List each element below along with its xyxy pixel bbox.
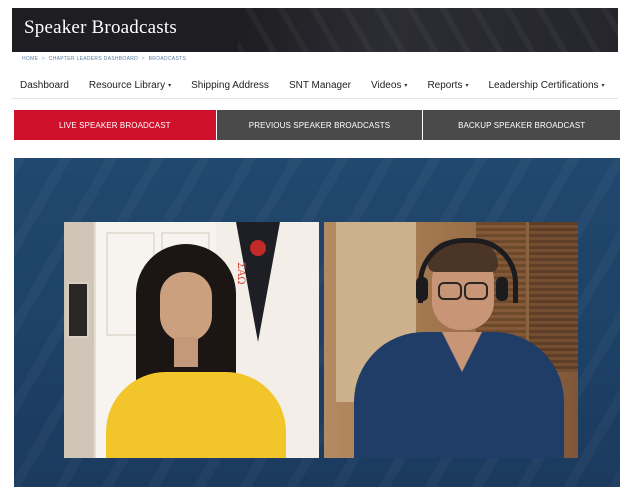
nav-item-label: Leadership Certifications bbox=[488, 79, 599, 91]
tab-previous-speaker-broadcasts[interactable]: PREVIOUS SPEAKER BROADCASTS bbox=[215, 110, 423, 140]
chevron-down-icon: ▾ bbox=[168, 82, 172, 89]
headphone-cup bbox=[416, 277, 428, 301]
nav-item-label: Reports bbox=[427, 79, 463, 91]
speaker-neck bbox=[174, 337, 198, 367]
nav-item-label: Dashboard bbox=[20, 79, 69, 91]
main-nav: Dashboard Resource Library ▾ Shipping Ad… bbox=[12, 74, 618, 96]
broadcast-tabs: LIVE SPEAKER BROADCAST PREVIOUS SPEAKER … bbox=[14, 110, 620, 140]
glasses-lens bbox=[464, 282, 488, 300]
nav-item-resource-library[interactable]: Resource Library ▾ bbox=[89, 80, 171, 91]
headphone-cup bbox=[496, 277, 508, 301]
speaker-shirt bbox=[106, 372, 286, 458]
speaker-face bbox=[160, 272, 212, 342]
tab-live-speaker-broadcast[interactable]: LIVE SPEAKER BROADCAST bbox=[14, 110, 216, 140]
nav-item-label: SNT Manager bbox=[288, 79, 352, 91]
chevron-down-icon: ▾ bbox=[465, 82, 469, 89]
site-header: Speaker Broadcasts bbox=[12, 8, 618, 52]
nav-divider bbox=[12, 98, 618, 99]
nav-item-snt-manager[interactable]: SNT Manager bbox=[289, 80, 351, 91]
pennant-letters: ΣΑΩ bbox=[235, 262, 246, 285]
nav-item-label: Resource Library bbox=[88, 79, 166, 91]
chevron-down-icon: ▾ bbox=[404, 82, 408, 89]
bookshelf bbox=[64, 222, 94, 458]
breadcrumb-separator: > bbox=[141, 56, 145, 62]
page-title: Speaker Broadcasts bbox=[24, 17, 177, 38]
nav-item-dashboard[interactable]: Dashboard bbox=[20, 80, 69, 91]
video-feed-right bbox=[324, 222, 578, 458]
nav-item-videos[interactable]: Videos ▾ bbox=[371, 80, 407, 91]
nav-item-label: Videos bbox=[371, 79, 402, 91]
nav-item-shipping-address[interactable]: Shipping Address bbox=[191, 80, 269, 91]
nav-item-label: Shipping Address bbox=[191, 79, 269, 91]
breadcrumb: HOME > CHAPTER LEADERS DASHBOARD > BROAD… bbox=[22, 56, 186, 62]
breadcrumb-broadcasts-current: BROADCASTS bbox=[148, 56, 187, 62]
wall-picture bbox=[67, 282, 89, 338]
nav-item-leadership-certifications[interactable]: Leadership Certifications ▾ bbox=[488, 80, 604, 91]
header-background-art bbox=[238, 8, 618, 52]
nav-item-reports[interactable]: Reports ▾ bbox=[427, 80, 468, 91]
page: Speaker Broadcasts HOME > CHAPTER LEADER… bbox=[0, 0, 620, 487]
chevron-down-icon: ▾ bbox=[601, 82, 605, 89]
glasses-lens bbox=[438, 282, 462, 300]
tab-backup-speaker-broadcast[interactable]: BACKUP SPEAKER BROADCAST bbox=[422, 110, 620, 140]
video-player[interactable]: ΣΑΩ bbox=[14, 158, 620, 487]
video-feed-left: ΣΑΩ bbox=[64, 222, 319, 458]
breadcrumb-home-link[interactable]: HOME bbox=[22, 56, 38, 62]
breadcrumb-separator: > bbox=[41, 56, 46, 62]
breadcrumb-chapter-leaders-dashboard-link[interactable]: CHAPTER LEADERS DASHBOARD bbox=[49, 56, 138, 62]
pennant-crest bbox=[250, 240, 266, 256]
